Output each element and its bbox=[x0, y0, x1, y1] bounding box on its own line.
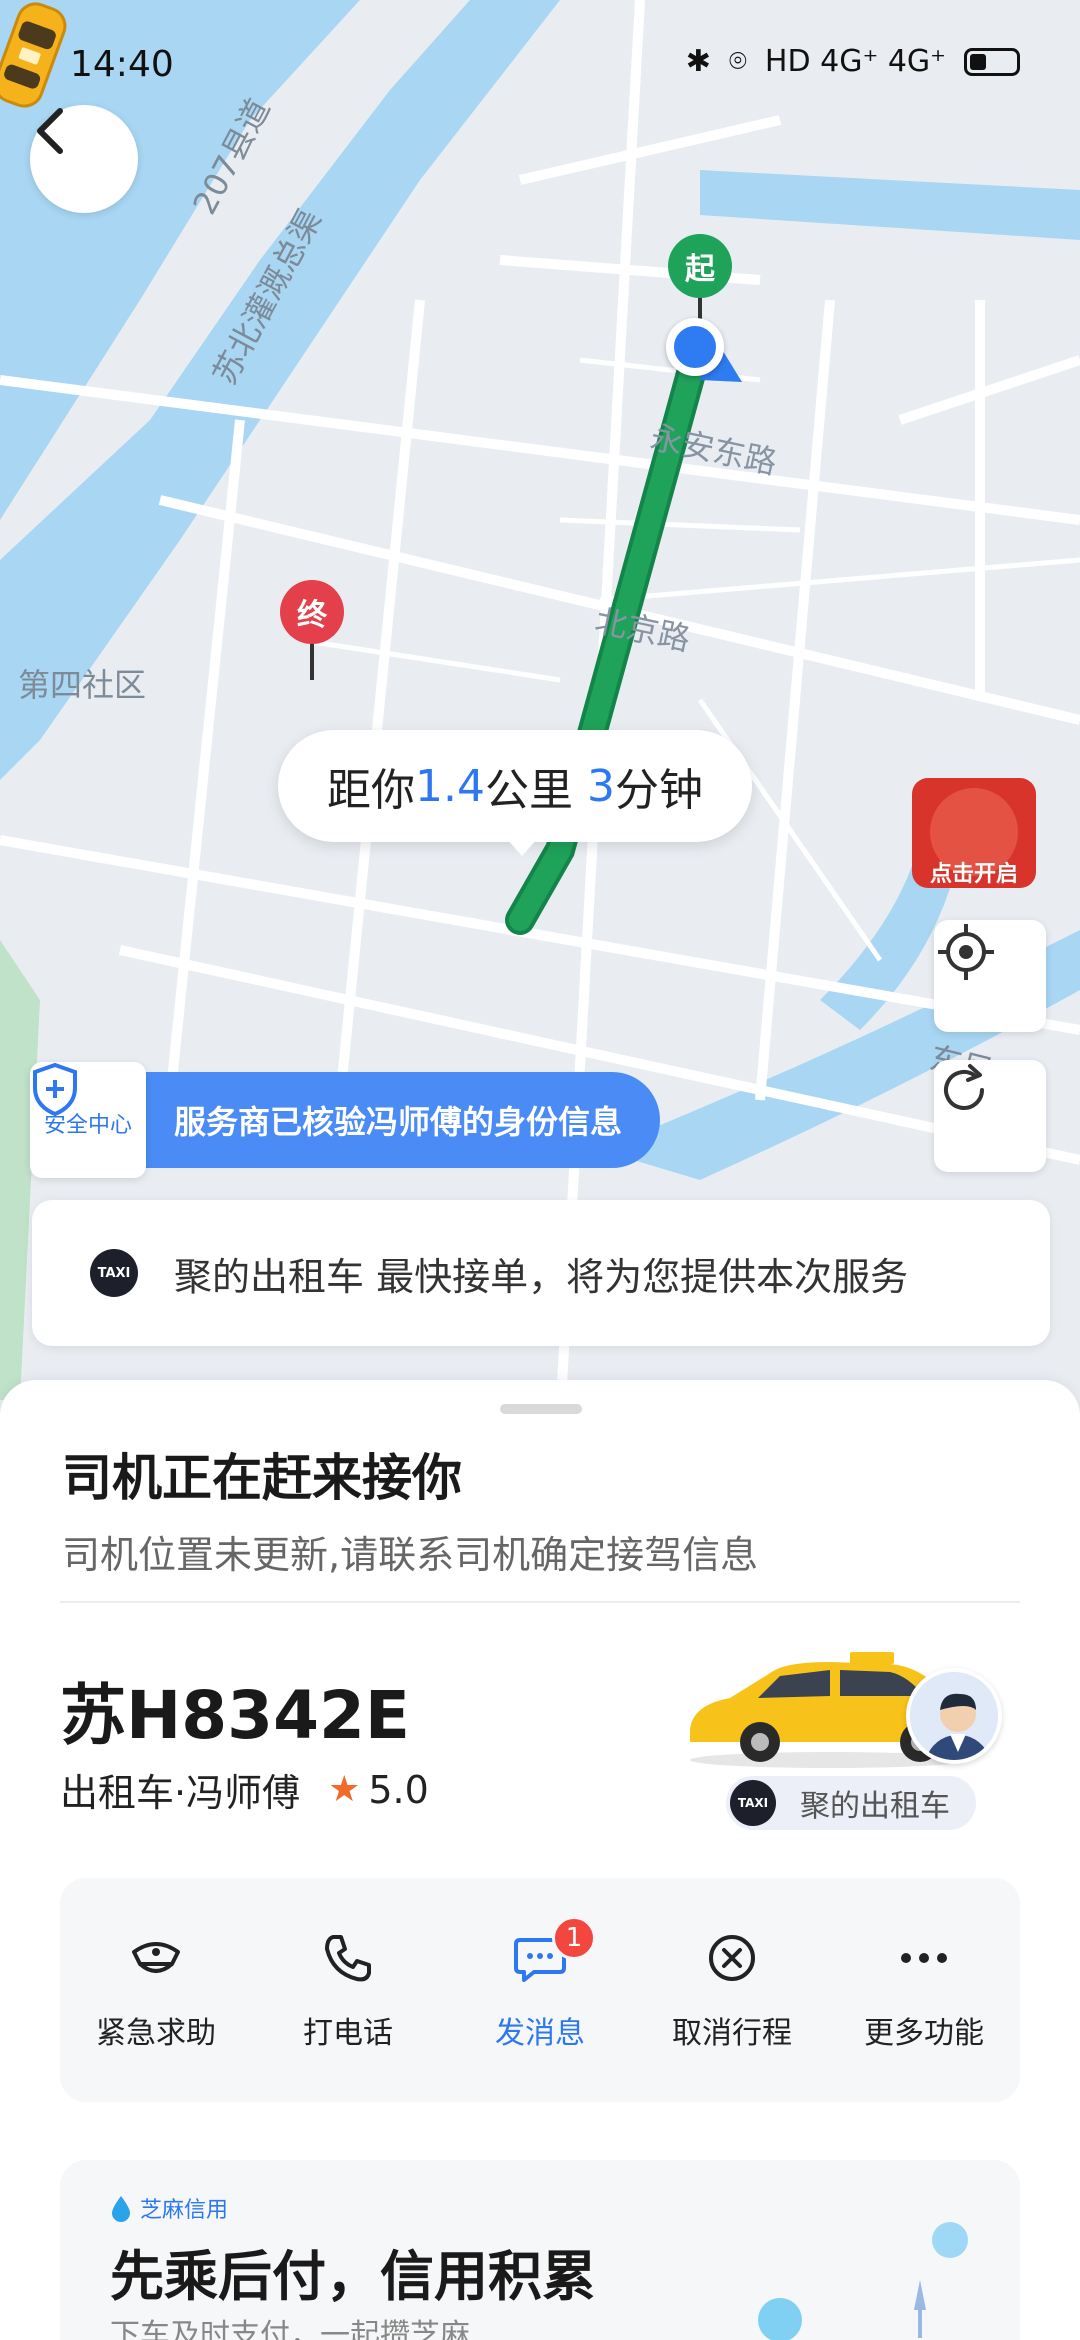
notice-text: 聚的出租车 最快接单，将为您提供本次服务 bbox=[174, 1254, 909, 1299]
area-label: 第四社区 bbox=[18, 666, 147, 704]
call-button[interactable]: 打电话 bbox=[252, 1878, 444, 2102]
trip-status-title: 司机正在赶来接你 bbox=[62, 1449, 462, 1507]
battery-icon bbox=[964, 47, 1020, 76]
eta-distance: 1.4 bbox=[415, 760, 485, 812]
eta-bubble-tail bbox=[506, 838, 538, 856]
driver-info: 出租车·冯师傅 ★ 5.0 bbox=[60, 1762, 429, 1817]
action-bar: 紧急求助 打电话 1 发消息 取消行程 更多功能 bbox=[60, 1878, 1020, 2102]
driver-avatar[interactable] bbox=[906, 1668, 1002, 1764]
end-pin-stem bbox=[310, 642, 314, 680]
water-drop-icon bbox=[112, 2196, 130, 2222]
shield-icon bbox=[33, 1062, 77, 1116]
star-icon: ★ bbox=[328, 1769, 361, 1810]
promo-text: 点击开启 bbox=[929, 862, 1018, 887]
credit-illustration bbox=[758, 2222, 968, 2340]
unread-badge: 1 bbox=[552, 1916, 596, 1960]
divider bbox=[60, 1601, 1020, 1603]
status-icons: ✱ ⌾ HD 4G⁺ 4G⁺ bbox=[686, 44, 1020, 79]
action-label: 紧急求助 bbox=[96, 2016, 216, 2051]
driver-rating: 5.0 bbox=[368, 1767, 429, 1812]
emergency-help-button[interactable]: 紧急求助 bbox=[60, 1878, 252, 2102]
action-label: 取消行程 bbox=[672, 2016, 792, 2051]
police-hat-icon bbox=[126, 1928, 186, 1988]
locate-button[interactable] bbox=[934, 920, 1046, 1032]
verification-banner[interactable]: 服务商已核验冯师傅的身份信息 bbox=[136, 1072, 661, 1168]
network-indicator: HD 4G⁺ 4G⁺ bbox=[764, 44, 946, 79]
taxi-logo: TAXI bbox=[90, 1249, 138, 1297]
bluetooth-icon: ✱ bbox=[685, 44, 711, 79]
more-functions-button[interactable]: 更多功能 bbox=[828, 1878, 1020, 2102]
refresh-icon bbox=[944, 1064, 984, 1110]
trip-status-subtitle: 司机位置未更新,请联系司机确定接驾信息 bbox=[62, 1533, 759, 1577]
service-notice: TAXI 聚的出租车 最快接单，将为您提供本次服务 bbox=[32, 1200, 1050, 1346]
brand-badge: TAXI 聚的出租车 bbox=[726, 1776, 976, 1830]
promo-redpacket[interactable]: 点击开启 bbox=[912, 778, 1036, 888]
eta-minutes: 3 bbox=[586, 760, 615, 812]
eta-distance-unit: 公里 bbox=[484, 765, 573, 816]
map-view[interactable]: 207县道 苏北灌溉总渠 永安东路 北京路 第四社区 东风 起 终 距你1.4公… bbox=[0, 0, 1080, 1420]
phone-icon bbox=[318, 1928, 378, 1988]
cancel-trip-button[interactable]: 取消行程 bbox=[636, 1878, 828, 2102]
message-button[interactable]: 1 发消息 bbox=[444, 1878, 636, 2102]
status-bar: 14:40 ✱ ⌾ HD 4G⁺ 4G⁺ bbox=[0, 0, 1080, 130]
trip-sheet[interactable]: 司机正在赶来接你 司机位置未更新,请联系司机确定接驾信息 苏H8342E 出租车… bbox=[0, 1380, 1080, 2340]
credit-subtitle: 下车及时支付，一起攒芝麻 bbox=[110, 2318, 470, 2340]
locate-icon bbox=[938, 924, 994, 980]
refresh-button[interactable] bbox=[934, 1060, 1046, 1172]
safety-center-button[interactable]: 安全中心 bbox=[30, 1062, 146, 1178]
brand-name: 聚的出租车 bbox=[800, 1789, 950, 1824]
cancel-icon bbox=[702, 1928, 762, 1988]
eta-prefix: 距你 bbox=[327, 765, 415, 816]
credit-promo-card[interactable]: 芝麻信用 先乘后付，信用积累 下车及时支付，一起攒芝麻 bbox=[60, 2160, 1020, 2340]
license-plate: 苏H8342E bbox=[60, 1677, 411, 1754]
zhima-credit-brand: 芝麻信用 bbox=[140, 2198, 229, 2223]
credit-title: 先乘后付，信用积累 bbox=[110, 2245, 596, 2308]
safety-bar[interactable]: 安全中心 服务商已核验冯师傅的身份信息 bbox=[30, 1062, 661, 1178]
action-label: 发消息 bbox=[495, 2016, 585, 2051]
eta-minutes-unit: 分钟 bbox=[614, 765, 703, 816]
sheet-handle[interactable] bbox=[500, 1404, 582, 1414]
zhima-credit-logo: 芝麻信用 bbox=[110, 2192, 228, 2224]
more-icon bbox=[894, 1928, 954, 1988]
eta-bubble: 距你 1.4 公里 3 分钟 bbox=[278, 730, 752, 842]
driver-name: 出租车·冯师傅 bbox=[60, 1771, 301, 1815]
taxi-logo: TAXI bbox=[730, 1780, 776, 1826]
action-label: 更多功能 bbox=[864, 2016, 984, 2051]
current-location-dot bbox=[666, 318, 724, 376]
status-time: 14:40 bbox=[70, 44, 174, 85]
start-pin: 起 bbox=[668, 234, 732, 298]
action-label: 打电话 bbox=[303, 2016, 393, 2051]
location-icon: ⌾ bbox=[728, 44, 747, 79]
end-pin: 终 bbox=[280, 580, 344, 644]
